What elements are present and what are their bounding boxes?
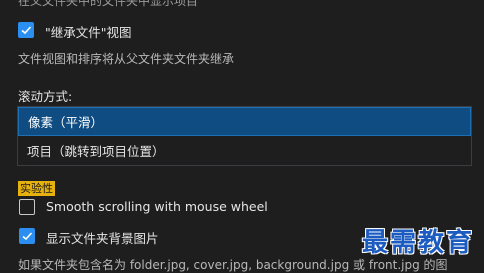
experimental-badge: 实验性 [18,181,55,196]
inherit-view-description: 文件视图和排序将从父文件夹文件夹继承 [18,52,235,66]
smooth-scrolling-label: Smooth scrolling with mouse wheel [46,199,268,214]
scroll-mode-listbox[interactable]: 像素（平滑） 项目（跳转到项目位置） [17,106,472,166]
show-background-label: 显示文件夹背景图片 [46,231,159,246]
cut-off-heading: 在父文件夹中的文件夹中显示项目 [18,0,199,8]
checkmark-icon [22,232,33,241]
show-background-checkbox[interactable] [19,228,35,244]
inherit-view-checkbox[interactable] [18,22,34,38]
inherit-view-label: "继承文件"视图 [45,25,132,40]
checkmark-icon [21,26,32,35]
scroll-option-items[interactable]: 项目（跳转到项目位置） [18,137,471,166]
scroll-option-pixels[interactable]: 像素（平滑） [18,107,471,136]
smooth-scrolling-checkbox[interactable] [19,199,35,215]
scroll-mode-label: 滚动方式: [18,89,73,104]
watermark-logo: 最需教育 [362,228,475,258]
